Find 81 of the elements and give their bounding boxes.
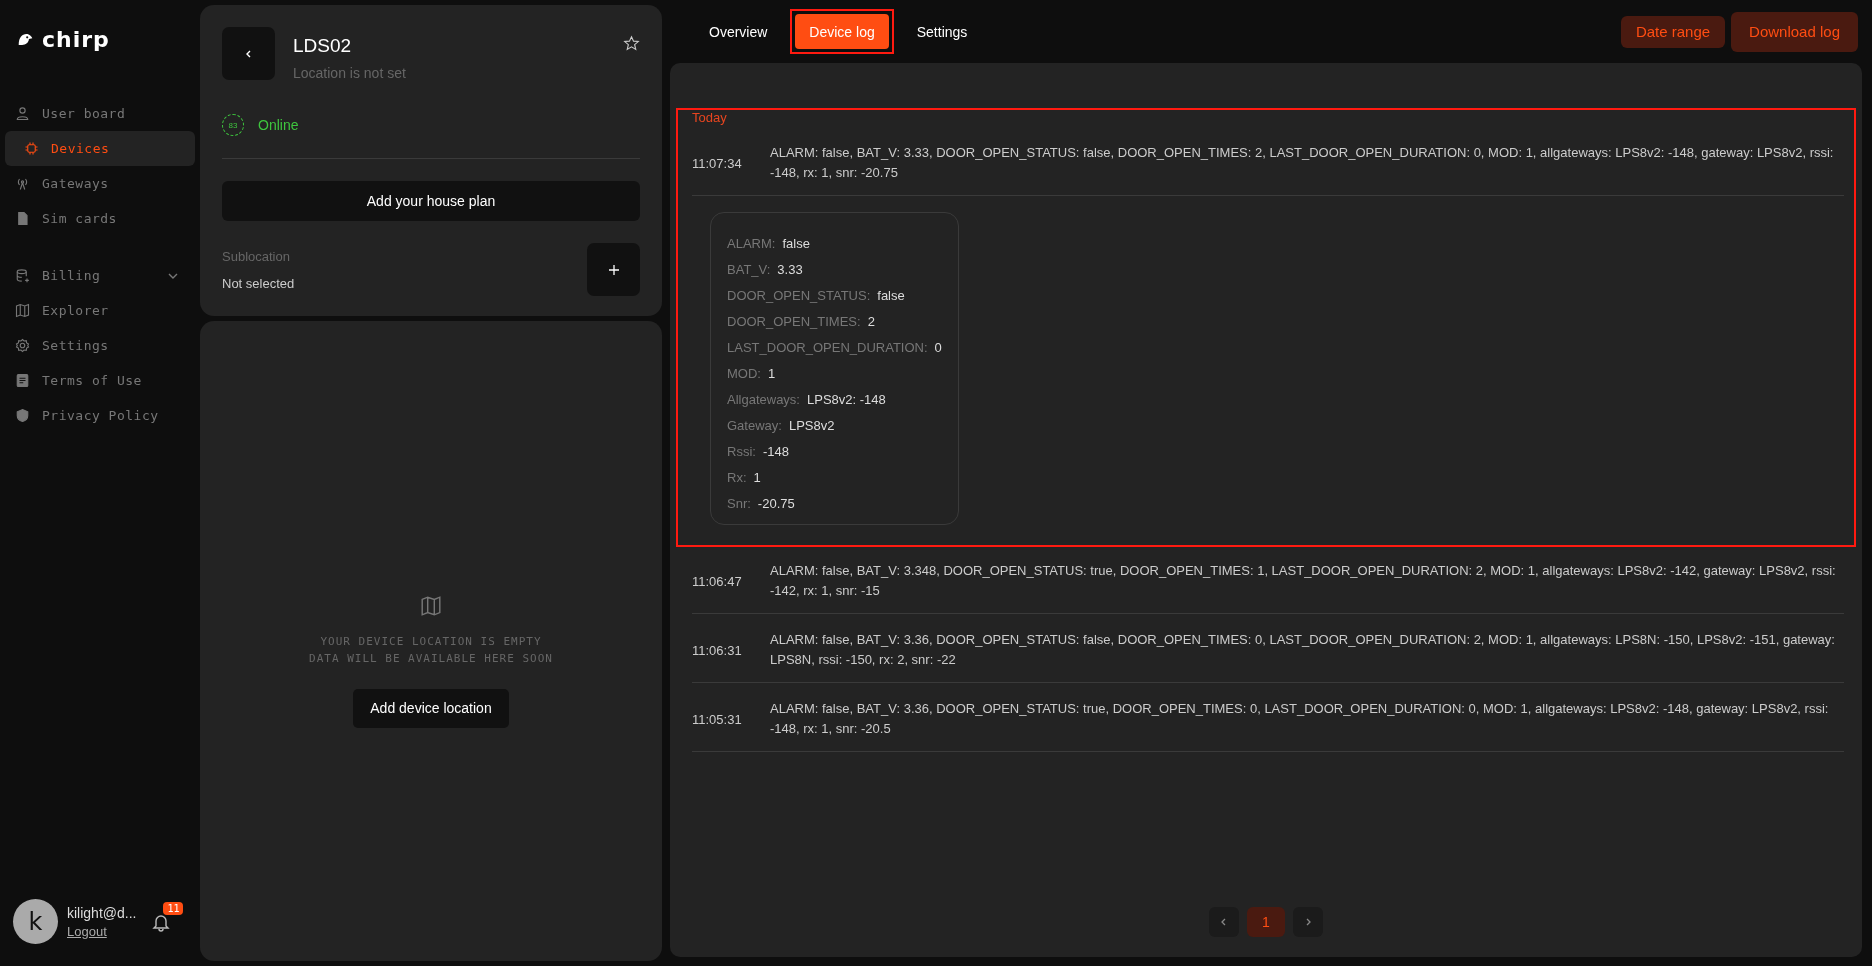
log-message: ALARM: false, BAT_V: 3.33, DOOR_OPEN_STATUS: false, DOOR_OPEN_TIMES: 2, LAST_DOOR_OPEN_DURATION: 0, MOD: 1, allgateways: LPS8v2: -148, gateway: LPS8v2, rssi: -148, rx: 1, snr: -20.75 [770,144,1835,182]
empty-location-message: YOUR DEVICE LOCATION IS EMPTY [320,634,542,648]
log-time: 11:05:31 [692,711,743,727]
field-value: 3.33 [777,261,803,277]
device-title: LDS02 [293,35,353,57]
field-name: LAST_DOOR_OPEN_DURATION: [727,339,928,355]
log-entry[interactable]: 11:05:31 ALARM: false, BAT_V: 3.36, DOOR_OPEN_STATUS: true, DOOR_OPEN_TIMES: 0, LAST_DOOR_OPEN_DURATION: 0, MOD: 1, allgateways: LPS8v2: -148, gateway: LPS8v2, rssi: -148, rx: 1, snr: -20.5 [692,687,1844,752]
log-message: ALARM: false, BAT_V: 3.36, DOOR_OPEN_STATUS: true, DOOR_OPEN_TIMES: 0, LAST_DOOR_OPEN_DURATION: 0, MOD: 1, allgateways: LPS8v2: -148, gateway: LPS8v2, rssi: -148, rx: 1, snr: -20.5 [770,700,1830,738]
log-entry[interactable]: 11:06:47 ALARM: false, BAT_V: 3.348, DOOR_OPEN_STATUS: true, DOOR_OPEN_TIMES: 1, LAST_DOOR_OPEN_DURATION: 2, MOD: 1, allgateways: LPS8v2: -142, gateway: LPS8v2, rssi: -142, rx: 1, snr: -15 [692,549,1844,614]
database-icon [15,268,30,283]
brand-logo: chirp [42,26,110,52]
tab[interactable]: Device log [795,14,889,49]
field-value: -20.75 [757,495,795,511]
field-value: 1 [753,469,761,485]
user-avatar[interactable]: k [13,899,58,944]
page-button[interactable]: 1 [1247,907,1285,937]
location-status: Location is not set [293,65,407,81]
antenna-icon [15,176,30,191]
field-name: DOOR_OPEN_TIMES: [727,313,861,329]
field-value: 1 [767,365,776,381]
field-name: Gateway: [727,417,782,433]
user-name: kilight@d... [67,904,137,921]
sidebar-item[interactable]: Billing [5,258,195,293]
day-heading: Today [692,110,728,125]
field-name: ALARM: [727,235,776,251]
field-value: false [877,287,905,303]
bird-logo-icon [17,32,34,46]
notification-badge: 11 [163,901,184,915]
chip-icon [24,141,39,156]
field-value: -148 [762,443,789,459]
log-entry[interactable]: 11:07:34 ALARM: false, BAT_V: 3.33, DOOR_OPEN_STATUS: false, DOOR_OPEN_TIMES: 2, LAST_DOOR_OPEN_DURATION: 0, MOD: 1, allgateways: LPS8v2: -148, gateway: LPS8v2, rssi: -148, rx: 1, snr: -20.75 [692,131,1844,196]
add-button[interactable] [587,243,640,296]
sim-card-icon [15,211,30,226]
star-icon[interactable] [623,35,640,52]
online-status: Online [258,117,299,133]
field-name: Rssi: [727,443,756,459]
plus-icon [607,263,620,276]
tab[interactable]: Overview [695,14,782,49]
user-icon [15,106,30,121]
add-device-location-button[interactable]: Add device location [353,688,509,728]
log-message: ALARM: false, BAT_V: 3.36, DOOR_OPEN_STATUS: false, DOOR_OPEN_TIMES: 0, LAST_DOOR_OPEN_DURATION: 2, MOD: 1, allgateways: LPS8N: -150, LPS8v2: -151, gateway: LPS8N, rssi: -150, rx: 2, snr: -22 [770,631,1836,669]
date-range-button[interactable]: Date range [1620,15,1726,48]
previous-page-button[interactable] [1209,907,1239,937]
field-name: DOOR_OPEN_STATUS: [727,287,871,303]
log-message: ALARM: false, BAT_V: 3.348, DOOR_OPEN_STATUS: true, DOOR_OPEN_TIMES: 1, LAST_DOOR_OPEN_DURATION: 2, MOD: 1, allgateways: LPS8v2: -142, gateway: LPS8v2, rssi: -142, rx: 1, snr: -15 [770,562,1837,600]
sidebar-item[interactable]: Terms of Use [5,363,195,398]
log-time: 11:06:47 [692,573,743,589]
settings-icon [15,338,30,353]
field-value: false [782,235,810,251]
tab[interactable]: Settings [902,14,982,49]
sublocation-value: Not selected [222,275,295,291]
field-name: MOD: [727,365,761,381]
field-value: 2 [867,313,875,329]
field-name: BAT_V: [727,261,771,277]
log-time: 11:07:34 [692,155,743,171]
next-page-button[interactable] [1293,907,1323,937]
sidebar-item[interactable]: Settings [5,328,195,363]
field-value: LPS8v2 [788,417,835,433]
field-value: 0 [934,339,942,355]
field-value: LPS8v2: -148 [807,391,886,407]
empty-location-message: DATA WILL BE AVAILABLE HERE SOON [309,651,553,665]
log-time: 11:06:31 [692,642,743,658]
sidebar-item[interactable]: Gateways [5,166,195,201]
add-house-plan-button[interactable]: Add your house plan [222,181,640,221]
download-log-button[interactable]: Download log [1731,11,1858,52]
map-icon [15,303,30,318]
map-icon [420,594,442,617]
field-name: Rx: [727,469,747,485]
sidebar-item[interactable]: Sim cards [5,201,195,236]
back-button[interactable] [222,27,275,80]
log-entry[interactable]: 11:06:31 ALARM: false, BAT_V: 3.36, DOOR_OPEN_STATUS: false, DOOR_OPEN_TIMES: 0, LAST_DOOR_OPEN_DURATION: 2, MOD: 1, allgateways: LPS8N: -150, LPS8v2: -151, gateway: LPS8N, rssi: -150, rx: 2, snr: -22 [692,618,1844,683]
sidebar-item[interactable]: Explorer [5,293,195,328]
shield-icon [15,408,30,423]
sidebar-item[interactable]: Privacy Policy [5,398,195,433]
field-name: Snr: [727,495,751,511]
logout-link[interactable]: Logout [67,923,137,939]
document-icon [15,373,30,388]
sidebar-item[interactable]: Devices [5,131,195,166]
sidebar-item[interactable]: User board [5,96,195,131]
field-name: Allgateways: [727,391,800,407]
sublocation-label: Sublocation [222,248,291,264]
